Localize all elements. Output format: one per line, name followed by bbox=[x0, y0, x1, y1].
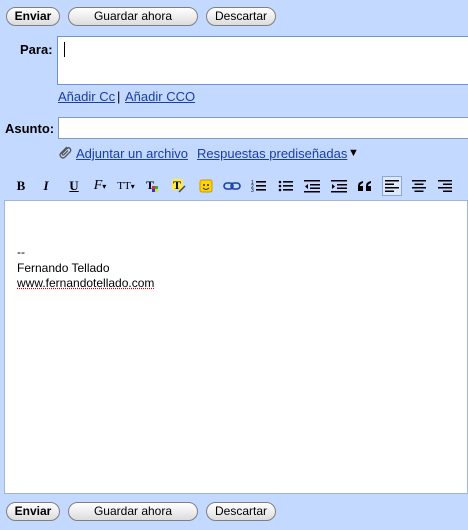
numbered-list-icon[interactable]: 123 bbox=[249, 176, 269, 196]
align-left-icon[interactable] bbox=[382, 176, 402, 196]
underline-icon[interactable]: U bbox=[64, 176, 84, 196]
font-icon[interactable]: F ▾ bbox=[90, 176, 110, 196]
align-right-icon[interactable] bbox=[435, 176, 455, 196]
to-field[interactable] bbox=[57, 36, 468, 85]
align-center-icon[interactable] bbox=[409, 176, 429, 196]
svg-text:T: T bbox=[173, 178, 181, 192]
signature-separator: -- bbox=[17, 245, 25, 260]
bold-icon[interactable]: B bbox=[11, 176, 31, 196]
quote-icon[interactable] bbox=[355, 176, 375, 196]
indent-icon[interactable] bbox=[329, 176, 349, 196]
message-body-editor[interactable]: -- Fernando Tellado www.fernandotellado.… bbox=[4, 200, 468, 494]
canned-responses-link[interactable]: Respuestas prediseñadas bbox=[197, 146, 347, 161]
svg-text:3: 3 bbox=[251, 188, 254, 193]
send-button-bottom[interactable]: Enviar bbox=[6, 502, 60, 521]
highlight-icon[interactable]: T bbox=[169, 176, 189, 196]
subject-label: Asunto: bbox=[5, 121, 54, 136]
outdent-icon[interactable] bbox=[302, 176, 322, 196]
cc-separator: | bbox=[117, 89, 120, 104]
add-bcc-link[interactable]: Añadir CCO bbox=[125, 89, 195, 104]
formatting-toolbar: B I U F ▾ TT ▾ T T 123 bbox=[0, 170, 468, 200]
save-now-button-top[interactable]: Guardar ahora bbox=[68, 7, 198, 26]
subject-field[interactable] bbox=[58, 117, 468, 139]
signature-website: www.fernandotellado.com bbox=[17, 276, 154, 291]
paperclip-icon bbox=[57, 144, 73, 163]
send-button-top[interactable]: Enviar bbox=[6, 7, 60, 26]
to-label: Para: bbox=[20, 42, 53, 57]
text-color-icon[interactable]: T bbox=[143, 176, 163, 196]
text-cursor bbox=[64, 42, 65, 57]
discard-button-bottom[interactable]: Descartar bbox=[206, 502, 276, 521]
emoticon-icon[interactable] bbox=[196, 176, 216, 196]
signature-name: Fernando Tellado bbox=[17, 261, 110, 276]
attach-file-link[interactable]: Adjuntar un archivo bbox=[76, 146, 188, 161]
discard-button-top[interactable]: Descartar bbox=[206, 7, 276, 26]
add-cc-link[interactable]: Añadir Cc bbox=[58, 89, 115, 104]
link-icon[interactable] bbox=[222, 176, 242, 196]
italic-icon[interactable]: I bbox=[36, 176, 56, 196]
save-now-button-bottom[interactable]: Guardar ahora bbox=[68, 502, 198, 521]
font-size-icon[interactable]: TT ▾ bbox=[116, 176, 136, 196]
bullet-list-icon[interactable] bbox=[276, 176, 296, 196]
chevron-down-icon[interactable]: ▼ bbox=[348, 147, 359, 159]
